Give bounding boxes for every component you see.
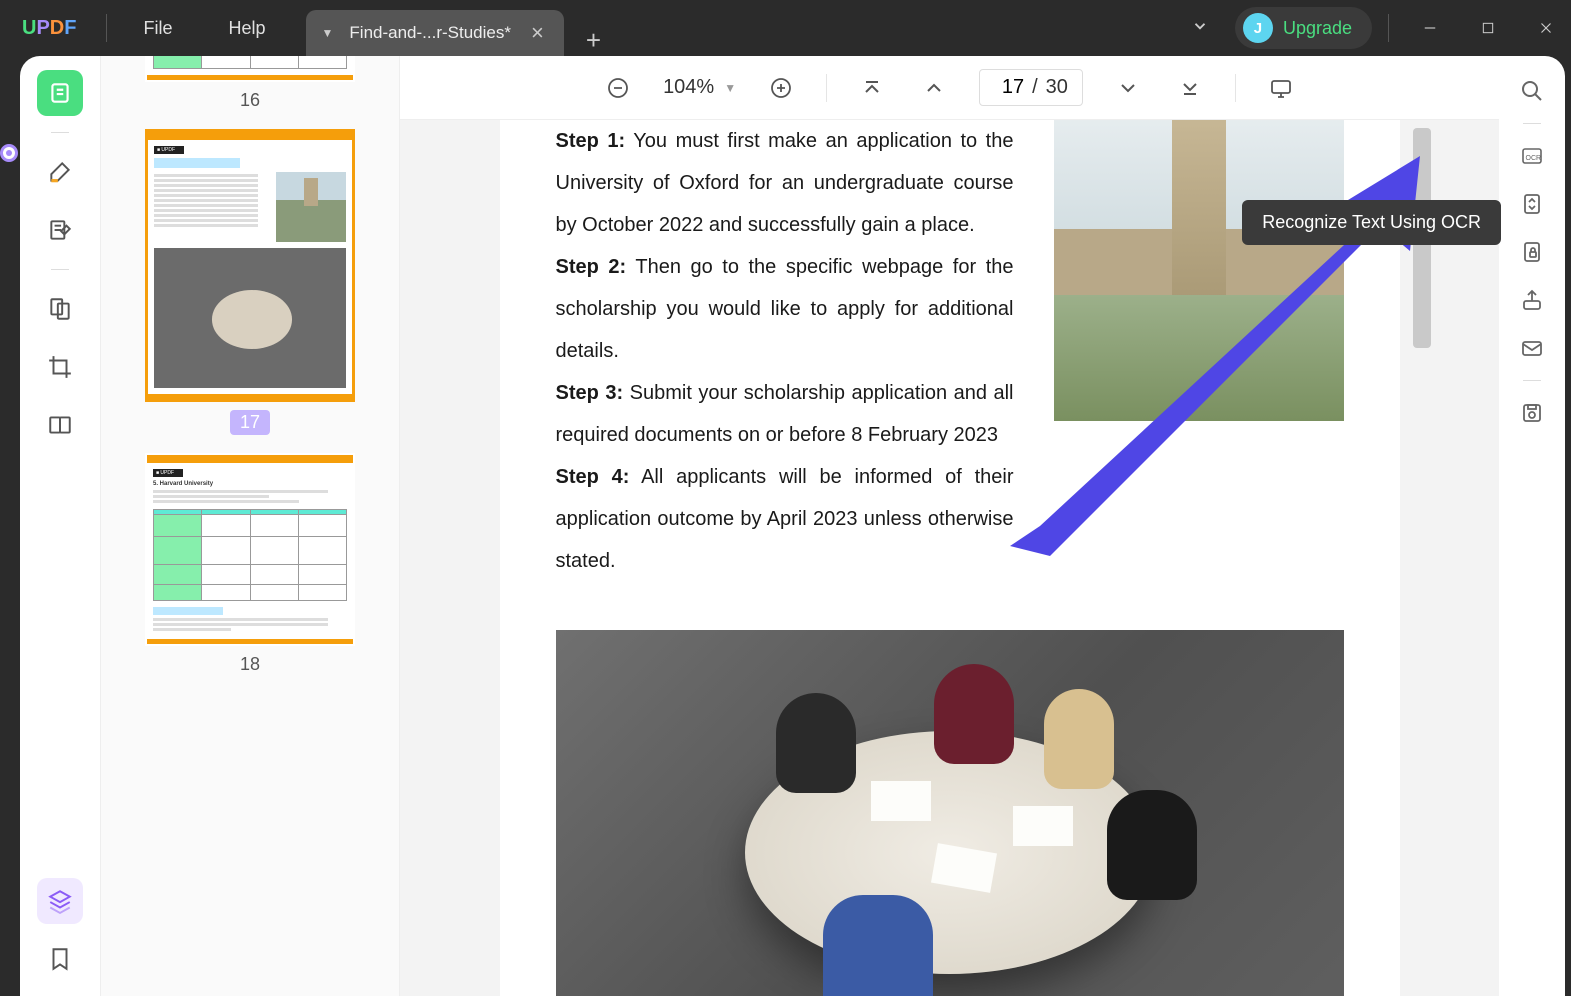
maximize-button[interactable]: [1463, 0, 1513, 56]
separator: [1235, 74, 1236, 102]
organize-tool[interactable]: [37, 286, 83, 332]
minimize-button[interactable]: [1405, 0, 1455, 56]
step4-label: Step 4:: [556, 466, 630, 488]
step1-text: You must first make an application to th…: [556, 130, 1014, 236]
save-icon[interactable]: [1513, 394, 1551, 432]
share-icon[interactable]: [1513, 281, 1551, 319]
thumbnail-panel: 16 ■ UPDF: [100, 56, 400, 996]
user-avatar: J: [1243, 13, 1273, 43]
presentation-button[interactable]: [1264, 71, 1298, 105]
document-viewport[interactable]: Step 1: You must first make an applicati…: [400, 120, 1499, 996]
step3-text: Submit your scholarship application and …: [556, 382, 1014, 446]
zoom-out-button[interactable]: [601, 71, 635, 105]
step3-label: Step 3:: [556, 382, 624, 404]
right-toolbar: OCR: [1499, 56, 1565, 996]
page-sep: /: [1032, 76, 1038, 99]
document-toolbar: 104% ▼ / 30: [400, 56, 1499, 120]
first-page-button[interactable]: [855, 71, 889, 105]
tab-strip: ▼ Find-and-...r-Studies* × +: [306, 0, 624, 56]
search-icon[interactable]: [1513, 72, 1551, 110]
add-tab-button[interactable]: +: [564, 25, 623, 56]
step1-label: Step 1:: [556, 130, 626, 152]
tab-close-icon[interactable]: ×: [527, 20, 548, 46]
divider: [106, 14, 107, 42]
zoom-dropdown-icon[interactable]: ▼: [724, 81, 736, 95]
titlebar-right: J Upgrade: [1173, 0, 1571, 56]
divider: [1388, 14, 1389, 42]
thumb-label-17: 17: [230, 410, 270, 435]
svg-text:OCR: OCR: [1526, 155, 1542, 162]
students-image: [556, 630, 1344, 996]
separator: [1523, 380, 1541, 381]
document-tab[interactable]: ▼ Find-and-...r-Studies* ×: [306, 10, 564, 56]
page-indicator: / 30: [979, 69, 1083, 106]
tab-dropdown-icon[interactable]: ▼: [322, 26, 334, 40]
ocr-tooltip: Recognize Text Using OCR: [1242, 200, 1501, 245]
panel-indicator-dot[interactable]: [0, 144, 18, 162]
close-button[interactable]: [1521, 0, 1571, 56]
menu-help[interactable]: Help: [200, 18, 293, 39]
crop-tool[interactable]: [37, 344, 83, 390]
tab-title: Find-and-...r-Studies*: [349, 23, 511, 43]
separator: [51, 269, 69, 270]
app-logo: UPDF: [0, 17, 98, 40]
separator: [826, 74, 827, 102]
window-dropdown-icon[interactable]: [1173, 17, 1227, 40]
left-toolbar-bottom: [20, 878, 100, 982]
page-total: 30: [1046, 76, 1068, 99]
convert-icon[interactable]: [1513, 185, 1551, 223]
edit-tool[interactable]: [37, 207, 83, 253]
thumbnail-17[interactable]: ■ UPDF 17: [101, 129, 399, 435]
document-area: 104% ▼ / 30: [400, 56, 1499, 996]
reader-tool[interactable]: [37, 70, 83, 116]
document-page: Step 1: You must first make an applicati…: [500, 120, 1400, 996]
ocr-icon[interactable]: OCR: [1513, 137, 1551, 175]
separator: [51, 132, 69, 133]
oxford-image: [1054, 120, 1344, 421]
separator: [1523, 123, 1541, 124]
zoom-in-button[interactable]: [764, 71, 798, 105]
highlight-tool[interactable]: [37, 149, 83, 195]
next-page-button[interactable]: [1111, 71, 1145, 105]
prev-page-button[interactable]: [917, 71, 951, 105]
zoom-level: 104%: [663, 76, 714, 99]
menu-file[interactable]: File: [115, 18, 200, 39]
compare-tool[interactable]: [37, 402, 83, 448]
layers-tool[interactable]: [37, 878, 83, 924]
thumbnail-16[interactable]: 16: [101, 56, 399, 111]
page-input[interactable]: [994, 76, 1024, 99]
bookmark-tool[interactable]: [37, 936, 83, 982]
upgrade-button[interactable]: J Upgrade: [1235, 7, 1372, 49]
thumbnail-18[interactable]: ■ UPDF 5. Harvard University: [101, 453, 399, 675]
protect-icon[interactable]: [1513, 233, 1551, 271]
email-icon[interactable]: [1513, 329, 1551, 367]
step2-label: Step 2:: [556, 256, 627, 278]
upgrade-label: Upgrade: [1283, 18, 1352, 39]
thumb-label-18: 18: [240, 654, 260, 675]
last-page-button[interactable]: [1173, 71, 1207, 105]
main-area: 16 ■ UPDF: [20, 56, 1565, 996]
title-bar: UPDF File Help ▼ Find-and-...r-Studies* …: [0, 0, 1571, 56]
vertical-scrollbar[interactable]: [1413, 128, 1431, 988]
left-toolbar: [20, 56, 100, 996]
thumb-label-16: 16: [240, 90, 260, 111]
